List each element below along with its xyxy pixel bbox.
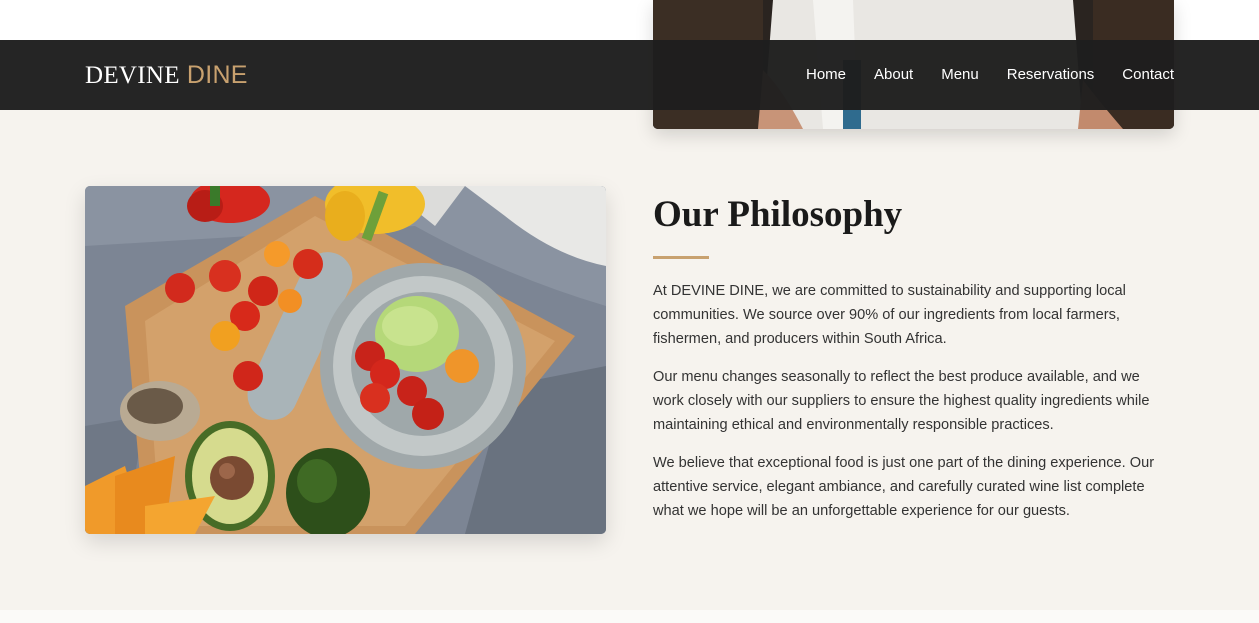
section-title: Our Philosophy — [653, 194, 903, 235]
philosophy-paragraph-3: We believe that exceptional food is just… — [653, 455, 1155, 519]
philosophy-image — [85, 186, 606, 534]
page: DEVINE DINE Home About Menu Reservations … — [0, 0, 1259, 623]
philosophy-paragraph-2: Our menu changes seasonally to reflect t… — [653, 369, 1150, 433]
next-section-edge — [0, 610, 1259, 623]
philosophy-paragraph-1: At DEVINE DINE, we are committed to sust… — [653, 283, 1126, 347]
brand-logo[interactable]: DEVINE DINE — [85, 61, 248, 90]
nav-item-home[interactable]: Home — [806, 66, 846, 83]
brand-name-primary: DEVINE — [85, 62, 180, 89]
title-divider — [653, 256, 709, 259]
nav-item-about[interactable]: About — [874, 66, 913, 83]
nav-item-reservations[interactable]: Reservations — [1007, 66, 1095, 83]
philosophy-content: Our Philosophy At DEVINE DINE, we are co… — [653, 194, 1174, 537]
nav-item-menu[interactable]: Menu — [941, 66, 979, 83]
food-photo-illustration — [85, 186, 606, 534]
navbar: DEVINE DINE Home About Menu Reservations … — [0, 40, 1259, 110]
nav-item-contact[interactable]: Contact — [1122, 66, 1174, 83]
nav-links: Home About Menu Reservations Contact — [806, 66, 1174, 83]
brand-name-accent: DINE — [186, 61, 248, 89]
